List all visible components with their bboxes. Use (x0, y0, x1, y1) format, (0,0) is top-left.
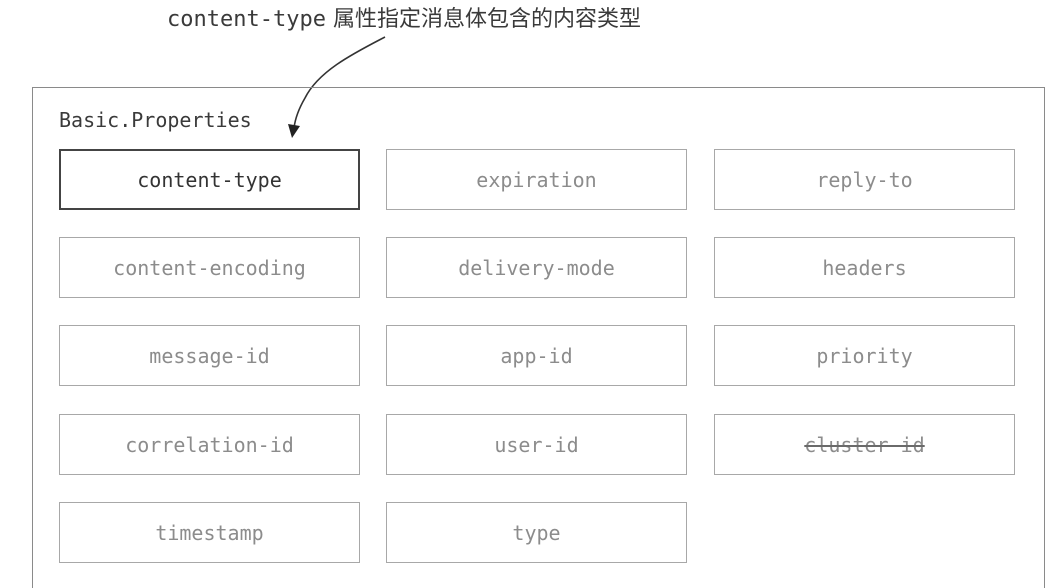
property-headers: headers (714, 237, 1015, 298)
property-label: content-type (137, 167, 282, 192)
property-content-type: content-type (59, 149, 360, 210)
property-label: correlation-id (125, 432, 294, 457)
property-type: type (386, 502, 687, 563)
annotation-text: 属性指定消息体包含的内容类型 (325, 7, 641, 32)
property-label: expiration (476, 167, 597, 192)
property-label: headers (822, 255, 907, 280)
property-timestamp: timestamp (59, 502, 360, 563)
property-message-id: message-id (59, 325, 360, 386)
property-expiration: expiration (386, 149, 687, 210)
property-reply-to: reply-to (714, 149, 1015, 210)
property-label: type (512, 520, 561, 545)
property-label: timestamp (155, 520, 264, 545)
annotation-code: content-type (167, 7, 326, 32)
property-delivery-mode: delivery-mode (386, 237, 687, 298)
property-label: app-id (500, 343, 573, 368)
property-label: cluster-id (804, 432, 925, 457)
property-label: user-id (494, 432, 579, 457)
property-content-encoding: content-encoding (59, 237, 360, 298)
property-label: content-encoding (113, 255, 306, 280)
property-app-id: app-id (386, 325, 687, 386)
property-label: message-id (149, 343, 270, 368)
property-cluster-id: cluster-id (714, 414, 1015, 475)
annotation-caption: content-type 属性指定消息体包含的内容类型 (167, 5, 641, 35)
property-correlation-id: correlation-id (59, 414, 360, 475)
property-label: priority (816, 343, 913, 368)
property-user-id: user-id (386, 414, 687, 475)
property-priority: priority (714, 325, 1015, 386)
frame-title: Basic.Properties (59, 108, 252, 132)
property-label: reply-to (816, 167, 913, 192)
property-label: delivery-mode (458, 255, 615, 280)
